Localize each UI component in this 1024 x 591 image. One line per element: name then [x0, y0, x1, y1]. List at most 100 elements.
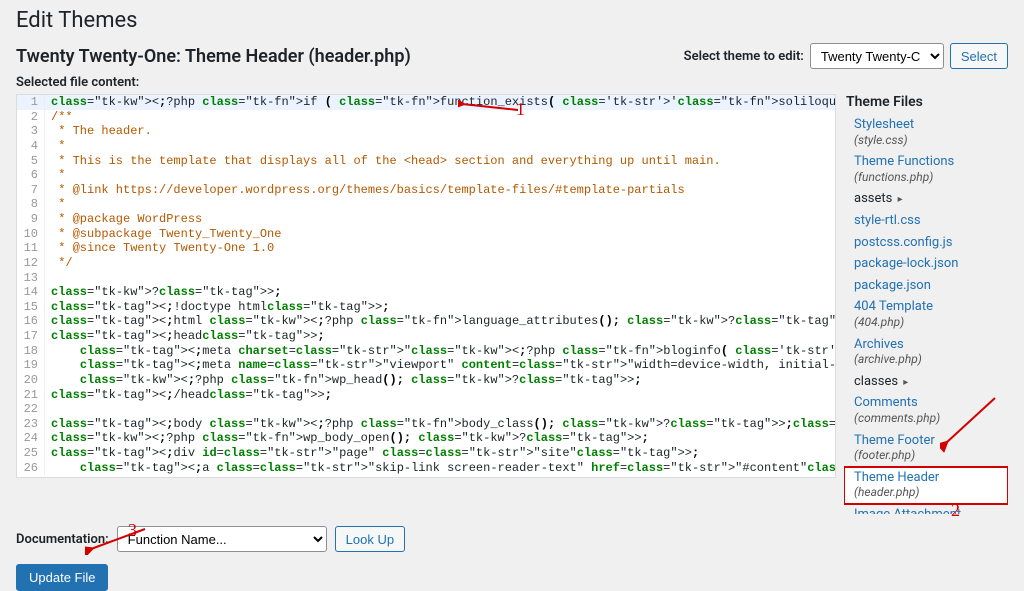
line-number: 23 [17, 417, 45, 432]
selected-file-label: Selected file content: [16, 75, 1008, 90]
line-number: 14 [17, 285, 45, 300]
theme-file[interactable]: Archives(archive.php) [844, 334, 1008, 371]
code-content: class="tk-kw"><;?php class="tk-fn">if ( … [45, 95, 835, 110]
code-line[interactable]: 3 * The header. [17, 124, 835, 139]
select-button[interactable]: Select [950, 43, 1008, 69]
line-number: 20 [17, 373, 45, 388]
line-number: 24 [17, 431, 45, 446]
code-line[interactable]: 19 class="tk-tag"><;meta name=class="tk-… [17, 358, 835, 373]
line-number: 3 [17, 124, 45, 139]
line-number: 4 [17, 139, 45, 154]
code-line[interactable]: 26 class="tk-tag"><;a class=class="tk-st… [17, 461, 835, 476]
code-content: * [45, 168, 65, 183]
code-line[interactable]: 4 * [17, 139, 835, 154]
line-number: 8 [17, 197, 45, 212]
theme-file[interactable]: postcss.config.js [844, 232, 1008, 254]
theme-folder[interactable]: classes ▸ [844, 371, 1008, 393]
theme-select-row: Select theme to edit: Twenty Twenty-C Se… [684, 43, 1008, 69]
line-number: 2 [17, 110, 45, 125]
theme-file[interactable]: Stylesheet(style.css) [844, 114, 1008, 151]
function-name-select[interactable]: Function Name... [117, 526, 327, 552]
code-content: class="tk-kw"><;?php class="tk-fn">wp_he… [45, 373, 642, 388]
code-content: * @subpackage Twenty_Twenty_One [45, 227, 281, 242]
line-number: 1 [17, 95, 45, 110]
code-line[interactable]: 13 [17, 271, 835, 286]
theme-file[interactable]: 404 Template(404.php) [844, 296, 1008, 333]
code-line[interactable]: 11 * @since Twenty Twenty-One 1.0 [17, 241, 835, 256]
code-line[interactable]: 10 * @subpackage Twenty_Twenty_One [17, 227, 835, 242]
code-line[interactable]: 7 * @link https://developer.wordpress.or… [17, 183, 835, 198]
code-line[interactable]: 6 * [17, 168, 835, 183]
code-line[interactable]: 12 */ [17, 256, 835, 271]
line-number: 25 [17, 446, 45, 461]
code-content: class="tk-tag"><;meta charset=class="tk-… [45, 344, 835, 359]
code-line[interactable]: 16class="tk-tag"><;html class="tk-kw"><;… [17, 314, 835, 329]
line-number: 19 [17, 358, 45, 373]
code-line[interactable]: 22 [17, 402, 835, 417]
line-number: 18 [17, 344, 45, 359]
code-content: * [45, 139, 65, 154]
theme-select[interactable]: Twenty Twenty-C [810, 43, 944, 69]
line-number: 9 [17, 212, 45, 227]
code-content: * The header. [45, 124, 152, 139]
code-content: class="tk-tag"><;body class="tk-kw"><;?p… [45, 417, 835, 432]
theme-file[interactable]: Theme Footer(footer.php) [844, 430, 1008, 467]
code-editor[interactable]: 1class="tk-kw"><;?php class="tk-fn">if (… [16, 94, 836, 478]
line-number: 5 [17, 154, 45, 169]
theme-file[interactable]: package-lock.json [844, 253, 1008, 275]
documentation-label: Documentation: [16, 532, 109, 547]
line-number: 11 [17, 241, 45, 256]
code-content: class="tk-tag"><;a class=class="tk-str">… [45, 461, 835, 476]
file-heading: Twenty Twenty-One: Theme Header (header.… [16, 46, 411, 67]
code-line[interactable]: 24class="tk-kw"><;?php class="tk-fn">wp_… [17, 431, 835, 446]
code-content: class="tk-kw"><;?php class="tk-fn">wp_bo… [45, 431, 649, 446]
code-line[interactable]: 9 * @package WordPress [17, 212, 835, 227]
code-content: class="tk-tag"><;html class="tk-kw"><;?p… [45, 314, 835, 329]
theme-files-heading: Theme Files [844, 94, 1008, 110]
line-number: 6 [17, 168, 45, 183]
page-title: Edit Themes [16, 8, 1008, 33]
code-line[interactable]: 5 * This is the template that displays a… [17, 154, 835, 169]
code-content: /** [45, 110, 73, 125]
theme-file[interactable]: style-rtl.css [844, 210, 1008, 232]
theme-folder[interactable]: assets ▸ [844, 188, 1008, 210]
code-content: * [45, 197, 65, 212]
theme-file-list: Stylesheet(style.css)Theme Functions(fun… [844, 114, 1008, 514]
code-line[interactable]: 1class="tk-kw"><;?php class="tk-fn">if (… [17, 95, 835, 110]
code-content: class="tk-tag"><;meta name=class="tk-str… [45, 358, 835, 373]
update-file-button[interactable]: Update File [16, 564, 108, 591]
code-line[interactable]: 8 * [17, 197, 835, 212]
theme-file[interactable]: package.json [844, 275, 1008, 297]
theme-file[interactable]: Image Attachment Template [844, 504, 1008, 514]
theme-file[interactable]: Theme Functions(functions.php) [844, 151, 1008, 188]
theme-file[interactable]: Theme Header(header.php) [844, 467, 1008, 504]
code-content: class="tk-tag"><;headclass="tk-tag">>; [45, 329, 325, 344]
code-line[interactable]: 15class="tk-tag"><;!doctype htmlclass="t… [17, 300, 835, 315]
code-line[interactable]: 14class="tk-kw">?class="tk-tag">>; [17, 285, 835, 300]
theme-file[interactable]: Comments(comments.php) [844, 392, 1008, 429]
line-number: 13 [17, 271, 45, 286]
code-content: */ [45, 256, 73, 271]
code-line[interactable]: 21class="tk-tag"><;/headclass="tk-tag">>… [17, 388, 835, 403]
line-number: 22 [17, 402, 45, 417]
line-number: 16 [17, 314, 45, 329]
code-line[interactable]: 23class="tk-tag"><;body class="tk-kw"><;… [17, 417, 835, 432]
code-line[interactable]: 25class="tk-tag"><;div id=class="tk-str"… [17, 446, 835, 461]
line-number: 7 [17, 183, 45, 198]
code-content: class="tk-tag"><;!doctype htmlclass="tk-… [45, 300, 390, 315]
code-content [45, 271, 51, 286]
annotation-1: 1 [516, 99, 525, 120]
code-line[interactable]: 20 class="tk-kw"><;?php class="tk-fn">wp… [17, 373, 835, 388]
code-line[interactable]: 17class="tk-tag"><;headclass="tk-tag">>; [17, 329, 835, 344]
line-number: 26 [17, 461, 45, 476]
code-content: class="tk-kw">?class="tk-tag">>; [45, 285, 281, 300]
code-content: * @package WordPress [45, 212, 202, 227]
annotation-2: 2 [951, 500, 960, 521]
code-content: * This is the template that displays all… [45, 154, 721, 169]
line-number: 12 [17, 256, 45, 271]
lookup-button[interactable]: Look Up [335, 526, 405, 552]
code-line[interactable]: 18 class="tk-tag"><;meta charset=class="… [17, 344, 835, 359]
code-line[interactable]: 2/** [17, 110, 835, 125]
code-content [45, 402, 51, 417]
select-theme-label: Select theme to edit: [684, 49, 804, 64]
